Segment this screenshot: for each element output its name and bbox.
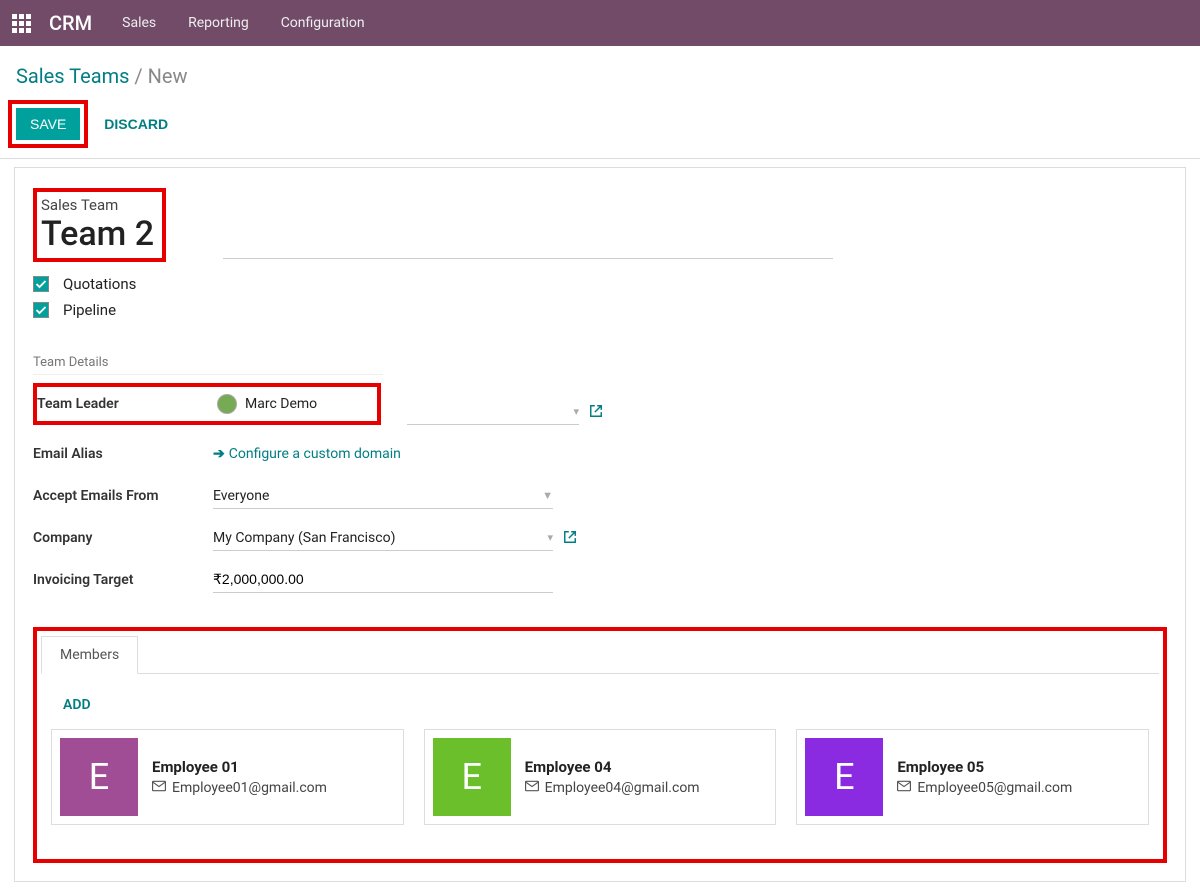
invoicing-target-input[interactable]	[213, 572, 553, 588]
company-label: Company	[33, 530, 213, 546]
breadcrumb-sep: /	[134, 64, 147, 88]
member-name: Employee 04	[525, 758, 700, 776]
quotations-label: Quotations	[63, 275, 136, 293]
team-leader-value[interactable]: Marc Demo	[245, 396, 317, 412]
member-card[interactable]: E Employee 04 Employee04@gmail.com	[424, 729, 777, 825]
tab-members[interactable]: Members	[41, 636, 138, 674]
team-name-underline	[223, 258, 833, 259]
accept-emails-label: Accept Emails From	[33, 488, 213, 504]
breadcrumb-root[interactable]: Sales Teams	[16, 64, 129, 88]
save-button[interactable]: SAVE	[16, 108, 80, 140]
arrow-right-icon: ➔	[213, 446, 225, 462]
member-card[interactable]: E Employee 05 Employee05@gmail.com	[796, 729, 1149, 825]
breadcrumb-current: New	[148, 64, 188, 88]
save-highlight-box: SAVE	[8, 100, 88, 148]
member-email: Employee04@gmail.com	[525, 780, 700, 796]
nav-sales[interactable]: Sales	[122, 15, 156, 31]
company-caret-icon[interactable]: ▾	[547, 531, 553, 544]
invoicing-target-label: Invoicing Target	[33, 572, 213, 588]
team-leader-highlight-box: Team Leader Marc Demo	[33, 383, 381, 425]
configure-domain-link[interactable]: ➔ Configure a custom domain	[213, 446, 401, 462]
team-name-label: Sales Team	[41, 196, 154, 214]
team-leader-dropdown-caret[interactable]: ▾	[573, 405, 579, 418]
discard-button[interactable]: DISCARD	[104, 116, 168, 132]
member-email: Employee05@gmail.com	[897, 780, 1072, 796]
top-navbar: CRM Sales Reporting Configuration	[0, 0, 1200, 46]
team-leader-avatar	[217, 394, 237, 414]
accept-emails-select[interactable]: Everyone ▼	[213, 483, 553, 509]
quotations-checkbox[interactable]	[33, 276, 49, 292]
pipeline-label: Pipeline	[63, 301, 116, 319]
nav-configuration[interactable]: Configuration	[281, 15, 365, 31]
form-sheet: Sales Team Team 2 Quotations Pipeline Te…	[14, 167, 1186, 882]
team-leader-external-link-icon[interactable]	[589, 403, 603, 422]
accept-emails-caret-icon[interactable]: ▼	[542, 489, 553, 502]
add-member-button[interactable]: ADD	[63, 697, 91, 713]
member-avatar: E	[805, 738, 883, 816]
pipeline-checkbox[interactable]	[33, 302, 49, 318]
team-details-heading: Team Details	[33, 355, 383, 375]
member-name: Employee 05	[897, 758, 1072, 776]
app-brand[interactable]: CRM	[49, 11, 92, 35]
nav-reporting[interactable]: Reporting	[188, 15, 249, 31]
members-highlight-box: Members ADD E Employee 01 Employee01@gmail…	[33, 627, 1167, 863]
member-avatar: E	[433, 738, 511, 816]
action-bar: SAVE DISCARD	[0, 96, 1200, 158]
apps-icon[interactable]	[12, 14, 31, 33]
member-email: Employee01@gmail.com	[152, 780, 327, 796]
team-name-highlight-box: Sales Team Team 2	[33, 188, 166, 262]
team-leader-label: Team Leader	[37, 396, 217, 412]
member-avatar: E	[60, 738, 138, 816]
member-card[interactable]: E Employee 01 Employee01@gmail.com	[51, 729, 404, 825]
email-alias-label: Email Alias	[33, 446, 213, 462]
breadcrumb: Sales Teams / New	[0, 46, 1200, 96]
member-name: Employee 01	[152, 758, 327, 776]
company-select[interactable]: My Company (San Francisco) ▾	[213, 525, 553, 551]
company-external-link-icon[interactable]	[563, 529, 577, 548]
divider	[0, 158, 1200, 159]
mail-icon	[152, 780, 166, 796]
mail-icon	[897, 780, 911, 796]
team-name-input[interactable]: Team 2	[41, 214, 154, 254]
mail-icon	[525, 780, 539, 796]
